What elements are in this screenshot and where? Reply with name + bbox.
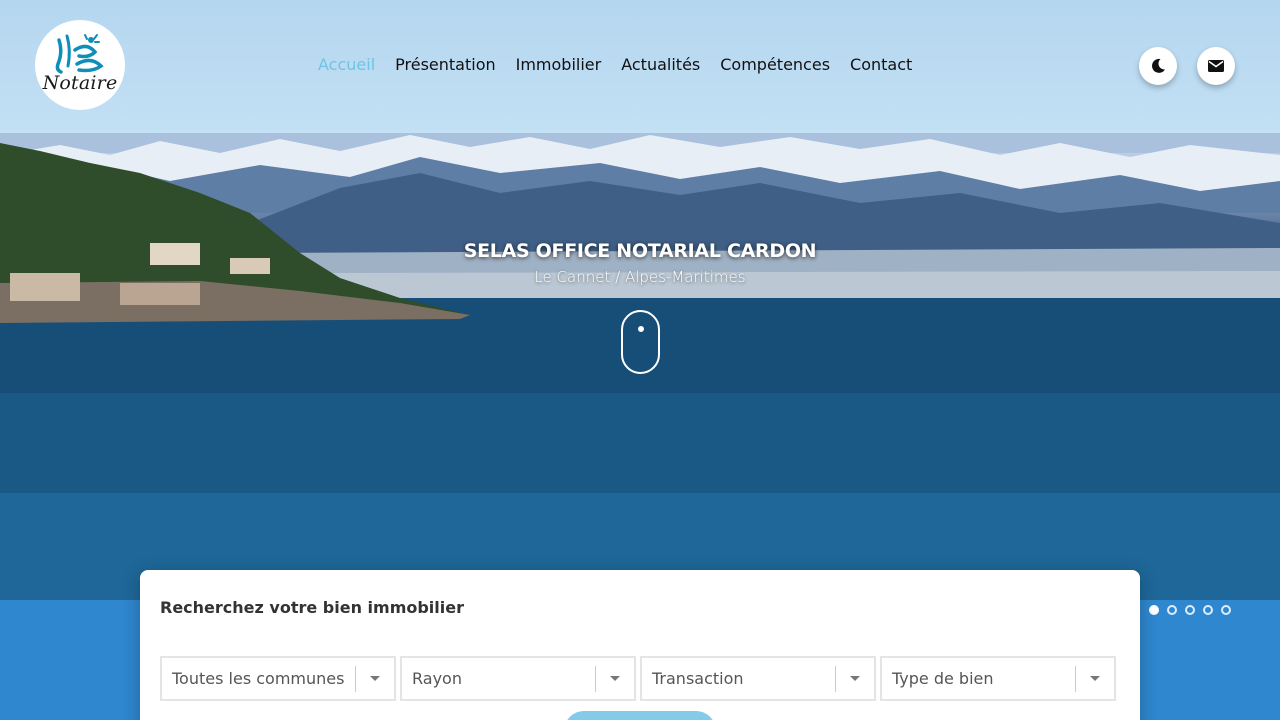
transaction-select[interactable]: Transaction (640, 656, 876, 701)
slider-dots (1149, 605, 1231, 615)
search-submit-button[interactable] (564, 711, 716, 720)
nav-accueil[interactable]: Accueil (318, 55, 375, 74)
logo-text: Notaire (42, 72, 118, 94)
hero-banner: SELAS OFFICE NOTARIAL CARDON Le Cannet /… (0, 133, 1280, 600)
main-nav: Accueil Présentation Immobilier Actualit… (318, 55, 912, 74)
nav-contact[interactable]: Contact (850, 55, 912, 74)
nav-immobilier[interactable]: Immobilier (516, 55, 602, 74)
rayon-select[interactable]: Rayon (400, 656, 636, 701)
commune-select-value: Toutes les communes (172, 669, 345, 688)
caret-down-icon (836, 658, 874, 699)
slider-dot-4[interactable] (1203, 605, 1213, 615)
commune-select[interactable]: Toutes les communes (160, 656, 396, 701)
mouse-wheel-dot (638, 326, 644, 332)
slider-dot-5[interactable] (1221, 605, 1231, 615)
slider-dot-3[interactable] (1185, 605, 1195, 615)
dark-mode-button[interactable] (1139, 47, 1177, 85)
hero-subtitle: Le Cannet / Alpes-Maritimes (534, 268, 746, 286)
contact-mail-button[interactable] (1197, 47, 1235, 85)
type-bien-select-value: Type de bien (892, 669, 994, 688)
moon-icon (1152, 58, 1165, 73)
nav-actualites[interactable]: Actualités (621, 55, 700, 74)
hero-title: SELAS OFFICE NOTARIAL CARDON (463, 240, 817, 262)
transaction-select-value: Transaction (652, 669, 744, 688)
caret-down-icon (356, 658, 394, 699)
mail-icon (1208, 60, 1224, 72)
nav-presentation[interactable]: Présentation (395, 55, 495, 74)
site-header: Notaire Accueil Présentation Immobilier … (0, 0, 1280, 133)
type-bien-select[interactable]: Type de bien (880, 656, 1116, 701)
caret-down-icon (1076, 658, 1114, 699)
caret-down-icon (596, 658, 634, 699)
slider-dot-2[interactable] (1167, 605, 1177, 615)
search-panel-title: Recherchez votre bien immobilier (160, 598, 464, 617)
notaire-emblem-icon (55, 34, 104, 74)
notaire-logo[interactable]: Notaire (35, 20, 125, 110)
rayon-select-value: Rayon (412, 669, 462, 688)
property-search-panel: Recherchez votre bien immobilier Toutes … (140, 570, 1140, 720)
slider-dot-1[interactable] (1149, 605, 1159, 615)
mouse-scroll-icon[interactable] (621, 310, 660, 374)
nav-competences[interactable]: Compétences (720, 55, 830, 74)
